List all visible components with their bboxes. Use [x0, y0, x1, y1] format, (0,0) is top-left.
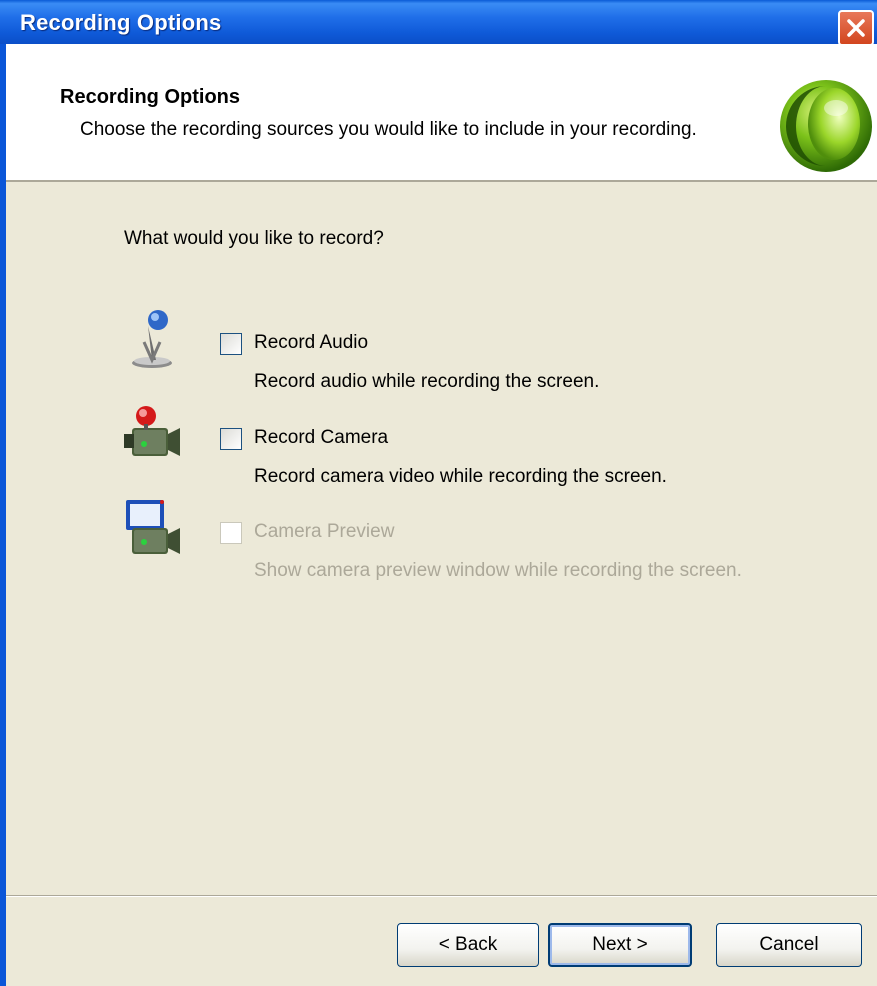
wizard-header: Recording Options Choose the recording s…: [6, 44, 877, 182]
window-frame-left: [0, 44, 6, 986]
record-camera-label[interactable]: Record Camera: [254, 427, 388, 449]
microphone-icon: [132, 310, 172, 368]
camera-icon: [124, 406, 180, 456]
record-camera-description: Record camera video while recording the …: [254, 466, 667, 487]
record-audio-description: Record audio while recording the screen.: [254, 371, 600, 392]
back-button[interactable]: < Back: [397, 923, 539, 967]
title-bar[interactable]: Recording Options: [0, 0, 877, 46]
camera-preview-checkbox: [220, 522, 242, 544]
question-text: What would you like to record?: [124, 228, 384, 249]
camera-preview-icon: [126, 500, 180, 554]
record-audio-label[interactable]: Record Audio: [254, 332, 368, 354]
record-camera-checkbox[interactable]: [220, 428, 242, 450]
green-orb-logo-icon: [780, 80, 872, 172]
window-title: Recording Options: [20, 10, 222, 35]
record-audio-checkbox[interactable]: [220, 333, 242, 355]
next-button[interactable]: Next >: [548, 923, 692, 967]
camera-preview-label: Camera Preview: [254, 521, 395, 542]
header-title: Recording Options: [60, 86, 240, 108]
close-button[interactable]: [838, 10, 874, 46]
footer-divider: [6, 895, 877, 897]
close-icon: [847, 19, 865, 37]
cancel-button[interactable]: Cancel: [716, 923, 862, 967]
camera-preview-description: Show camera preview window while recordi…: [254, 560, 742, 581]
header-subtitle: Choose the recording sources you would l…: [80, 119, 697, 140]
